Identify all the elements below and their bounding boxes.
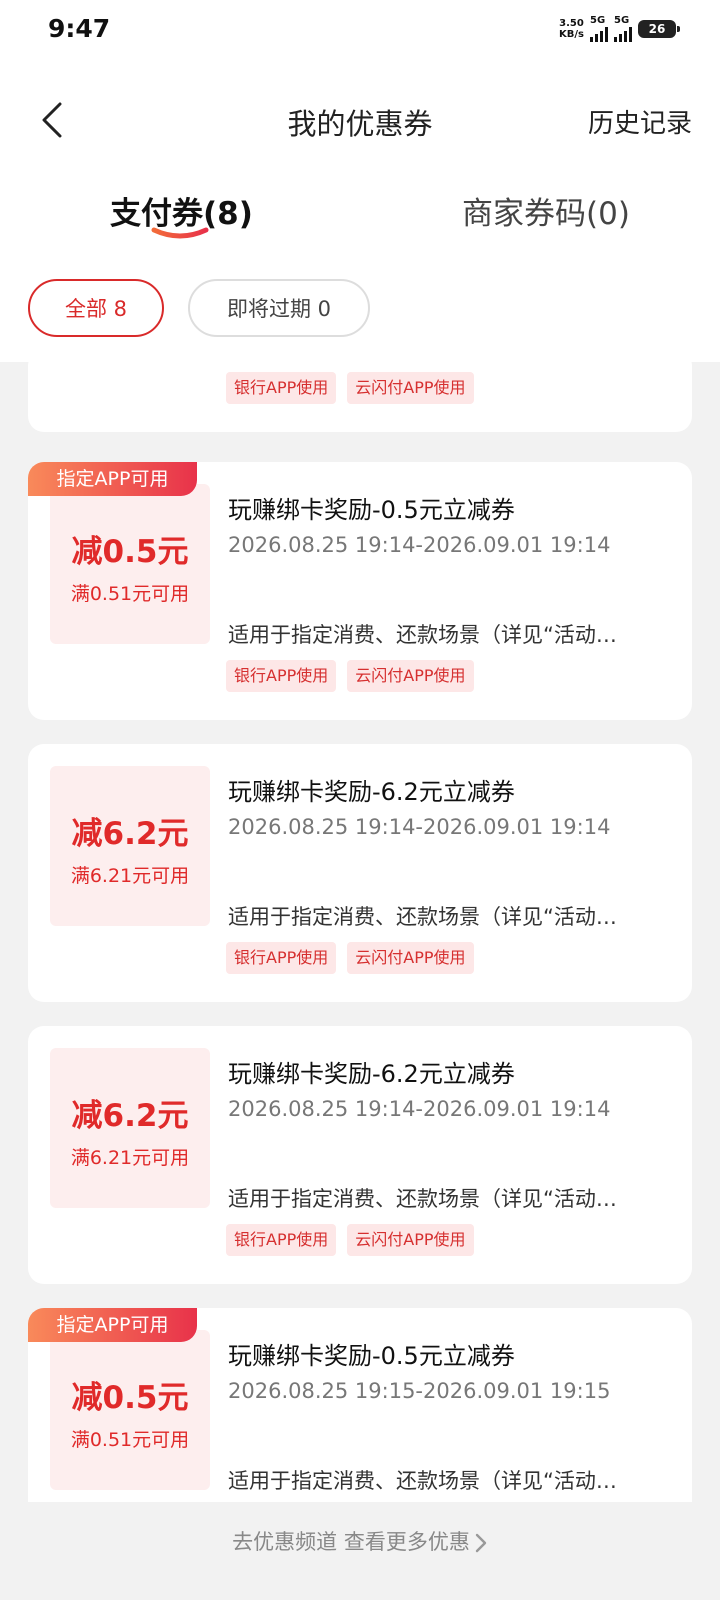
coupon-title: 玩赚绑卡奖励-6.2元立减券 [228, 778, 515, 806]
coupon-title: 玩赚绑卡奖励-0.5元立减券 [228, 1342, 515, 1370]
filter-all[interactable]: 全部 8 [28, 279, 164, 337]
coupon-amount: 减6.2元 [71, 1098, 189, 1134]
coupon-badge: 指定APP可用 [28, 1308, 197, 1342]
coupon-tag: 银行APP使用 [226, 1224, 337, 1256]
coupon-amount: 减6.2元 [71, 816, 189, 852]
coupon-amount-box: 减6.2元 满6.21元可用 [50, 1048, 210, 1208]
tab-merchant-codes[interactable]: 商家券码(0) [462, 188, 630, 233]
coupon-tag: 云闪付APP使用 [347, 1224, 474, 1256]
coupon-condition: 满6.21元可用 [70, 1147, 190, 1169]
coupon-period: 2026.08.25 19:15-2026.09.01 19:15 [228, 1379, 611, 1403]
coupon-condition: 满0.51元可用 [70, 1429, 190, 1451]
coupon-card[interactable]: 减6.2元 满6.21元可用 玩赚绑卡奖励-6.2元立减券 2026.08.25… [28, 1026, 692, 1284]
coupon-period: 2026.08.25 19:14-2026.09.01 19:14 [228, 1097, 611, 1121]
coupon-amount: 减0.5元 [71, 534, 189, 570]
coupon-description: 适用于指定消费、还款场景（详见“活动… [228, 1187, 617, 1211]
coupon-description: 适用于指定消费、还款场景（详见“活动… [228, 905, 617, 929]
coupon-card[interactable]: 减6.2元 满6.21元可用 玩赚绑卡奖励-6.2元立减券 2026.08.25… [28, 744, 692, 1002]
coupon-tags: 银行APP使用 云闪付APP使用 [226, 372, 474, 404]
coupon-title: 玩赚绑卡奖励-6.2元立减券 [228, 1060, 515, 1088]
coupon-condition: 满0.51元可用 [70, 583, 190, 605]
coupon-tag: 银行APP使用 [226, 372, 337, 404]
coupon-card[interactable]: 银行APP使用 云闪付APP使用 [28, 362, 692, 432]
coupon-title: 玩赚绑卡奖励-0.5元立减券 [228, 496, 515, 524]
coupon-tag: 云闪付APP使用 [347, 372, 474, 404]
chevron-right-icon [475, 1533, 487, 1553]
coupon-list[interactable]: 银行APP使用 云闪付APP使用 减0.5元 满0.51元可用 指定APP可用 … [0, 362, 720, 1502]
signal-icon-2: 5G [614, 16, 632, 42]
coupon-card[interactable]: 减0.5元 满0.51元可用 指定APP可用 玩赚绑卡奖励-0.5元立减券 20… [28, 462, 692, 720]
coupon-period: 2026.08.25 19:14-2026.09.01 19:14 [228, 533, 611, 557]
coupon-tag: 云闪付APP使用 [347, 942, 474, 974]
tab-active-indicator [151, 227, 209, 239]
signal-icon: 5G [590, 16, 608, 42]
footer: 去优惠频道 查看更多优惠 [0, 1502, 720, 1600]
network-speed: 3.50 KB/s [559, 18, 584, 40]
history-link[interactable]: 历史记录 [588, 103, 692, 140]
coupon-amount-box: 减0.5元 满0.51元可用 [50, 484, 210, 644]
coupon-tag: 银行APP使用 [226, 942, 337, 974]
coupon-amount-box: 减0.5元 满0.51元可用 [50, 1330, 210, 1490]
coupon-tag: 银行APP使用 [226, 660, 337, 692]
coupon-card[interactable]: 减0.5元 满0.51元可用 指定APP可用 玩赚绑卡奖励-0.5元立减券 20… [28, 1308, 692, 1502]
coupon-tags: 银行APP使用 云闪付APP使用 [226, 660, 474, 692]
coupon-period: 2026.08.25 19:14-2026.09.01 19:14 [228, 815, 611, 839]
coupon-tag: 云闪付APP使用 [347, 660, 474, 692]
coupon-amount: 减0.5元 [71, 1380, 189, 1416]
coupon-condition: 满6.21元可用 [70, 865, 190, 887]
coupon-description: 适用于指定消费、还款场景（详见“活动… [228, 1469, 617, 1493]
more-coupons-link[interactable]: 去优惠频道 查看更多优惠 [0, 1526, 720, 1556]
status-time: 9:47 [48, 14, 111, 43]
coupon-badge: 指定APP可用 [28, 462, 197, 496]
coupon-tags: 银行APP使用 云闪付APP使用 [226, 1224, 474, 1256]
coupon-description: 适用于指定消费、还款场景（详见“活动… [228, 623, 617, 647]
coupon-tags: 银行APP使用 云闪付APP使用 [226, 942, 474, 974]
status-icons: 3.50 KB/s 5G 5G 26 [559, 16, 680, 42]
filter-expiring[interactable]: 即将过期 0 [188, 279, 370, 337]
battery-icon: 26 [638, 20, 680, 38]
coupon-amount-box: 减6.2元 满6.21元可用 [50, 766, 210, 926]
top-area: 9:47 3.50 KB/s 5G 5G 26 我的优惠券 历史记录 支付券(8)… [0, 0, 720, 362]
